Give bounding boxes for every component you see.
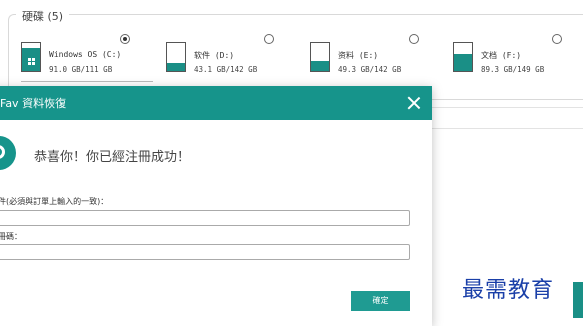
drive-e-icon	[310, 42, 330, 72]
scrollbar-thumb[interactable]	[573, 282, 583, 318]
drive-f-radio[interactable]	[552, 34, 562, 44]
email-label: 郵件(必須與訂單上輸入的一致)：	[0, 197, 109, 206]
registration-dialog: Fav 資料恢復 恭喜你！你已經注冊成功！ 郵件(必須與訂單上輸入的一致)： 註…	[0, 86, 432, 326]
drive-size: 91.0 GB/111 GB	[49, 65, 113, 74]
drive-name: 软件 (D:)	[194, 51, 235, 60]
drive-name: 文档 (F:)	[481, 51, 522, 60]
drive-d-icon	[166, 42, 186, 72]
watermark-text: 最需教育	[462, 278, 555, 303]
drive-item-d[interactable]: 软件 (D:) 43.1 GB/142 GB	[166, 34, 306, 84]
code-label: 註冊碼：	[0, 232, 22, 241]
confirm-button[interactable]: 確定	[351, 291, 410, 311]
drive-name: 资料 (E:)	[338, 51, 379, 60]
registration-code-field[interactable]	[0, 244, 410, 260]
drive-c-radio[interactable]	[120, 34, 130, 44]
drive-item-c[interactable]: Windows OS (C:) 91.0 GB/111 GB	[21, 34, 161, 84]
drive-e-radio[interactable]	[409, 34, 419, 44]
background-divider	[430, 107, 583, 108]
dialog-title: Fav 資料恢復	[0, 97, 67, 110]
drive-item-f[interactable]: 文档 (F:) 89.3 GB/149 GB	[453, 34, 583, 84]
success-icon	[0, 136, 16, 170]
windows-logo-icon	[28, 58, 35, 65]
drive-name: Windows OS (C:)	[49, 50, 122, 59]
drive-size: 49.3 GB/142 GB	[338, 65, 402, 74]
disk-group-title: 硬碟 (5)	[16, 8, 70, 24]
email-field[interactable]	[0, 210, 410, 226]
success-message: 恭喜你！你已經注冊成功！	[34, 150, 191, 165]
drive-size: 89.3 GB/149 GB	[481, 65, 545, 74]
drive-size: 43.1 GB/142 GB	[194, 65, 258, 74]
drive-c-icon	[21, 42, 41, 72]
background-divider	[430, 128, 583, 129]
drive-c-usage-line	[21, 81, 153, 82]
drive-f-icon	[453, 42, 473, 72]
drive-item-e[interactable]: 资料 (E:) 49.3 GB/142 GB	[310, 34, 450, 84]
drive-d-radio[interactable]	[264, 34, 274, 44]
close-icon[interactable]	[406, 95, 422, 111]
dialog-titlebar[interactable]: Fav 資料恢復	[0, 86, 432, 120]
